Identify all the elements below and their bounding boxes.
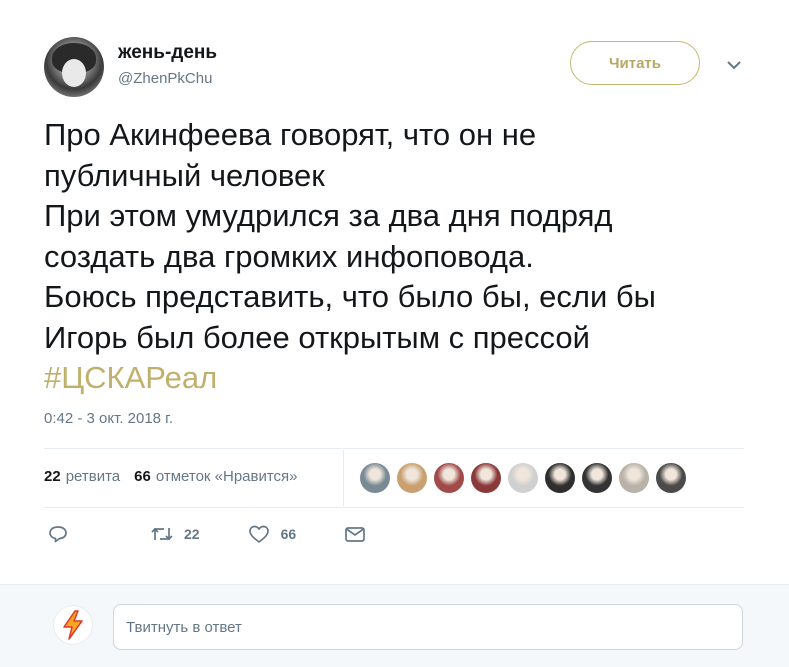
tweet-stats: 22 ретвита 66 отметок «Нравится» xyxy=(44,468,312,485)
retweets-count: 22 xyxy=(44,468,61,485)
liker-avatar[interactable] xyxy=(582,463,612,493)
tweet-line: Боюсь представить, что было бы, если бы xyxy=(44,279,656,314)
reply-input[interactable] xyxy=(113,604,743,650)
reply-icon xyxy=(49,526,67,543)
author-avatar[interactable] xyxy=(44,37,104,97)
direct-message-icon xyxy=(345,527,366,542)
liker-avatar[interactable] xyxy=(545,463,575,493)
liker-avatar[interactable] xyxy=(656,463,686,493)
liker-avatar[interactable] xyxy=(471,463,501,493)
tweet-line: Про Акинфеева говорят, что он не xyxy=(44,117,537,152)
author-display-name[interactable]: жень-день xyxy=(118,42,217,64)
like-icon xyxy=(248,525,269,543)
divider xyxy=(44,507,744,508)
like-button[interactable]: 66 xyxy=(248,524,297,544)
follow-button[interactable]: Читать xyxy=(570,41,700,85)
tweet-line: создать два громких инфоповода. xyxy=(44,238,534,274)
liker-avatar[interactable] xyxy=(397,463,427,493)
liker-avatar[interactable] xyxy=(360,463,390,493)
divider xyxy=(44,448,744,449)
liker-avatar[interactable] xyxy=(434,463,464,493)
tweet-timestamp[interactable]: 0:42 - 3 окт. 2018 г. xyxy=(44,410,173,427)
author-handle[interactable]: @ZhenPkChu xyxy=(118,70,212,87)
stats-separator xyxy=(343,450,344,506)
hashtag-link[interactable]: #ЦСКАРеал xyxy=(44,358,744,399)
current-user-avatar[interactable] xyxy=(53,605,93,645)
liker-avatar[interactable] xyxy=(508,463,538,493)
retweets-stat[interactable]: 22 ретвита xyxy=(44,468,120,485)
lightning-avatar-icon xyxy=(63,610,83,640)
retweet-button[interactable]: 22 xyxy=(150,524,200,544)
avatar-face xyxy=(62,59,86,87)
direct-message-button[interactable] xyxy=(344,524,366,544)
liker-avatars xyxy=(360,463,693,493)
liker-avatar[interactable] xyxy=(619,463,649,493)
tweet-line: При этом умудрился за два дня подряд xyxy=(44,198,613,233)
likes-stat[interactable]: 66 отметок «Нравится» xyxy=(134,468,297,485)
reply-button[interactable] xyxy=(48,524,68,544)
retweets-label: ретвита xyxy=(65,468,121,485)
chevron-down-icon[interactable] xyxy=(724,58,744,72)
tweet-card: жень-день @ZhenPkChu Читать Про Акинфеев… xyxy=(0,0,789,584)
tweet-actions: 22 66 xyxy=(44,524,366,544)
retweet-count: 22 xyxy=(184,526,200,542)
likes-count: 66 xyxy=(134,468,151,485)
like-count: 66 xyxy=(280,526,297,542)
tweet-text: Про Акинфеева говорят, что он не публичн… xyxy=(44,115,744,399)
tweet-line: публичный человек xyxy=(44,157,325,193)
likes-label: отметок «Нравится» xyxy=(155,468,298,485)
tweet-line: Игорь был более открытым с прессой xyxy=(44,319,590,355)
retweet-icon xyxy=(151,527,173,541)
